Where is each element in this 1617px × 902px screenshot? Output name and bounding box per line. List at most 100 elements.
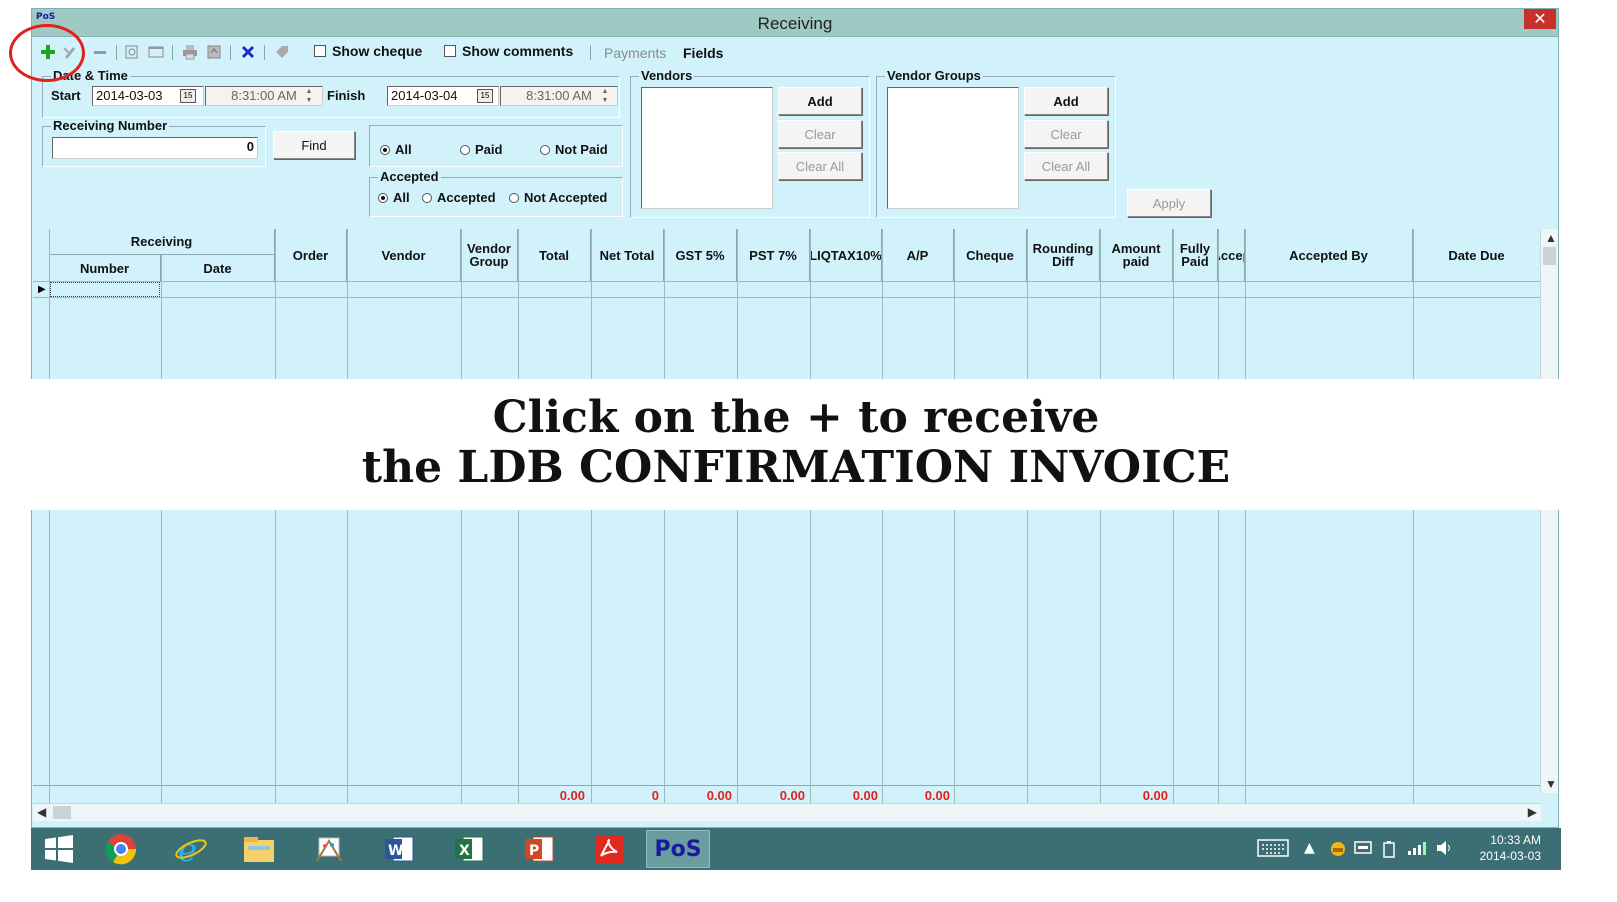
column-header-amount-paid[interactable]: Amount paid bbox=[1100, 229, 1173, 281]
vendor-groups-clear-all-button[interactable]: Clear All bbox=[1024, 152, 1108, 180]
pos-app-taskbar-button[interactable]: PoS bbox=[646, 830, 710, 868]
accepted-filter-not-accepted-radio[interactable]: Not Accepted bbox=[509, 190, 607, 205]
vendor-groups-clear-button[interactable]: Clear bbox=[1024, 120, 1108, 148]
calendar-icon[interactable]: 15 bbox=[477, 89, 493, 103]
vendors-clear-button[interactable]: Clear bbox=[778, 120, 862, 148]
paint-icon[interactable] bbox=[297, 830, 361, 868]
column-header-fully-paid[interactable]: Fully Paid bbox=[1173, 229, 1218, 281]
column-header-gst[interactable]: GST 5% bbox=[664, 229, 737, 281]
scroll-thumb[interactable] bbox=[53, 806, 71, 819]
column-header-total[interactable]: Total bbox=[518, 229, 591, 281]
radio-dot[interactable] bbox=[509, 192, 519, 203]
scroll-right-icon[interactable]: ▶ bbox=[1528, 805, 1537, 819]
column-header-date[interactable]: Date bbox=[161, 255, 275, 281]
edit-icon[interactable] bbox=[60, 41, 80, 63]
excel-icon[interactable]: X bbox=[437, 830, 501, 868]
show-cheque-checkbox[interactable]: Show cheque bbox=[314, 43, 422, 59]
radio-dot[interactable] bbox=[460, 144, 470, 155]
toolbar-separator bbox=[172, 45, 173, 60]
start-time-value: 8:31:00 AM bbox=[231, 88, 297, 103]
paid-filter-not-paid-radio[interactable]: Not Paid bbox=[540, 142, 608, 157]
close-button[interactable]: ✕ bbox=[1524, 9, 1556, 29]
security-tray-icon[interactable] bbox=[1329, 840, 1347, 862]
tag-icon[interactable] bbox=[272, 41, 292, 63]
find-button[interactable]: Find bbox=[273, 131, 355, 159]
column-header-order[interactable]: Order bbox=[275, 229, 347, 281]
vendor-groups-add-button[interactable]: Add bbox=[1024, 87, 1108, 115]
delete-icon[interactable] bbox=[238, 41, 258, 63]
add-icon[interactable] bbox=[38, 41, 58, 63]
column-header-rounding-diff[interactable]: Rounding Diff bbox=[1027, 229, 1100, 281]
print-icon[interactable] bbox=[180, 41, 200, 63]
vendors-list[interactable] bbox=[641, 87, 773, 209]
payments-menu[interactable]: Payments bbox=[604, 45, 666, 61]
fields-menu[interactable]: Fields bbox=[683, 45, 723, 61]
system-clock[interactable]: 10:33 AM 2014-03-03 bbox=[1480, 832, 1541, 864]
title-bar[interactable]: PoS Receiving ✕ bbox=[32, 9, 1558, 37]
powerpoint-icon[interactable]: P bbox=[507, 830, 571, 868]
battery-tray-icon[interactable] bbox=[1381, 840, 1397, 862]
checkbox-box[interactable] bbox=[444, 45, 456, 57]
column-header-vendor-group[interactable]: Vendor Group bbox=[461, 229, 518, 281]
chrome-icon[interactable] bbox=[89, 830, 153, 868]
scroll-thumb[interactable] bbox=[1543, 247, 1556, 265]
column-header-pst[interactable]: PST 7% bbox=[737, 229, 810, 281]
vendor-groups-list[interactable] bbox=[887, 87, 1019, 209]
grid-column-line bbox=[1173, 229, 1174, 805]
receiving-grid[interactable]: Receiving Number Date Order Vendor Vendor Gro… bbox=[33, 229, 1541, 805]
accepted-filter-all-radio[interactable]: All bbox=[378, 190, 410, 205]
paid-filter-paid-radio[interactable]: Paid bbox=[460, 142, 502, 157]
window-title: Receiving bbox=[757, 14, 833, 33]
radio-dot[interactable] bbox=[378, 192, 388, 203]
calendar-icon[interactable]: 15 bbox=[180, 89, 196, 103]
radio-dot[interactable] bbox=[380, 144, 390, 155]
vertical-scrollbar[interactable]: ▲ ▼ bbox=[1540, 229, 1558, 793]
column-header-accepted[interactable]: Accep bbox=[1218, 229, 1245, 281]
radio-label: Paid bbox=[475, 142, 503, 157]
acrobat-icon[interactable] bbox=[577, 830, 641, 868]
network-signal-icon[interactable] bbox=[1407, 840, 1427, 860]
column-header-ap[interactable]: A/P bbox=[882, 229, 954, 281]
keyboard-icon[interactable] bbox=[1257, 838, 1289, 862]
column-header-liqtax[interactable]: LIQTAX10% bbox=[810, 229, 882, 281]
column-header-accepted-by[interactable]: Accepted By bbox=[1245, 229, 1413, 281]
remove-icon[interactable] bbox=[90, 41, 110, 63]
scroll-up-icon[interactable]: ▲ bbox=[1545, 231, 1557, 245]
internet-explorer-icon[interactable]: e bbox=[159, 830, 223, 868]
accepted-filter-accepted-radio[interactable]: Accepted bbox=[422, 190, 496, 205]
export-icon[interactable] bbox=[204, 41, 224, 63]
row-indicator-icon: ▶ bbox=[38, 284, 46, 295]
finish-time-spinner-icon[interactable]: ▲ ▼ bbox=[598, 87, 612, 105]
scroll-left-icon[interactable]: ◀ bbox=[37, 805, 46, 819]
column-header-vendor[interactable]: Vendor bbox=[347, 229, 461, 281]
receiving-number-input[interactable]: 0 bbox=[52, 137, 258, 159]
clock-time: 10:33 AM bbox=[1490, 833, 1541, 847]
column-header-number[interactable]: Number bbox=[49, 255, 161, 281]
column-header-cheque[interactable]: Cheque bbox=[954, 229, 1027, 281]
display-tray-icon[interactable] bbox=[1354, 840, 1372, 860]
grid-column-line bbox=[461, 229, 462, 805]
show-comments-checkbox[interactable]: Show comments bbox=[444, 43, 573, 59]
file-explorer-icon[interactable] bbox=[227, 830, 291, 868]
horizontal-scrollbar[interactable]: ◀ ▶ bbox=[33, 803, 1541, 821]
current-cell[interactable] bbox=[50, 282, 160, 297]
apply-button[interactable]: Apply bbox=[1127, 189, 1211, 217]
radio-label: Not Accepted bbox=[524, 190, 608, 205]
tray-expand-icon[interactable]: ▲ bbox=[1304, 840, 1315, 856]
totals-row: 0.00 0 0.00 0.00 0.00 0.00 0.00 bbox=[33, 785, 1541, 805]
column-header-date-due[interactable]: Date Due bbox=[1413, 229, 1541, 281]
window-icon[interactable] bbox=[146, 41, 166, 63]
word-icon[interactable]: W bbox=[367, 830, 431, 868]
radio-dot[interactable] bbox=[540, 144, 550, 155]
windows-start-icon[interactable] bbox=[33, 830, 85, 868]
scroll-down-icon[interactable]: ▼ bbox=[1545, 777, 1557, 791]
start-time-spinner-icon[interactable]: ▲ ▼ bbox=[302, 87, 316, 105]
vendors-clear-all-button[interactable]: Clear All bbox=[778, 152, 862, 180]
preview-icon[interactable] bbox=[122, 41, 142, 63]
vendors-add-button[interactable]: Add bbox=[778, 87, 862, 115]
radio-dot[interactable] bbox=[422, 192, 432, 203]
column-header-net-total[interactable]: Net Total bbox=[591, 229, 664, 281]
checkbox-box[interactable] bbox=[314, 45, 326, 57]
paid-filter-all-radio[interactable]: All bbox=[380, 142, 412, 157]
volume-icon[interactable] bbox=[1436, 840, 1454, 860]
